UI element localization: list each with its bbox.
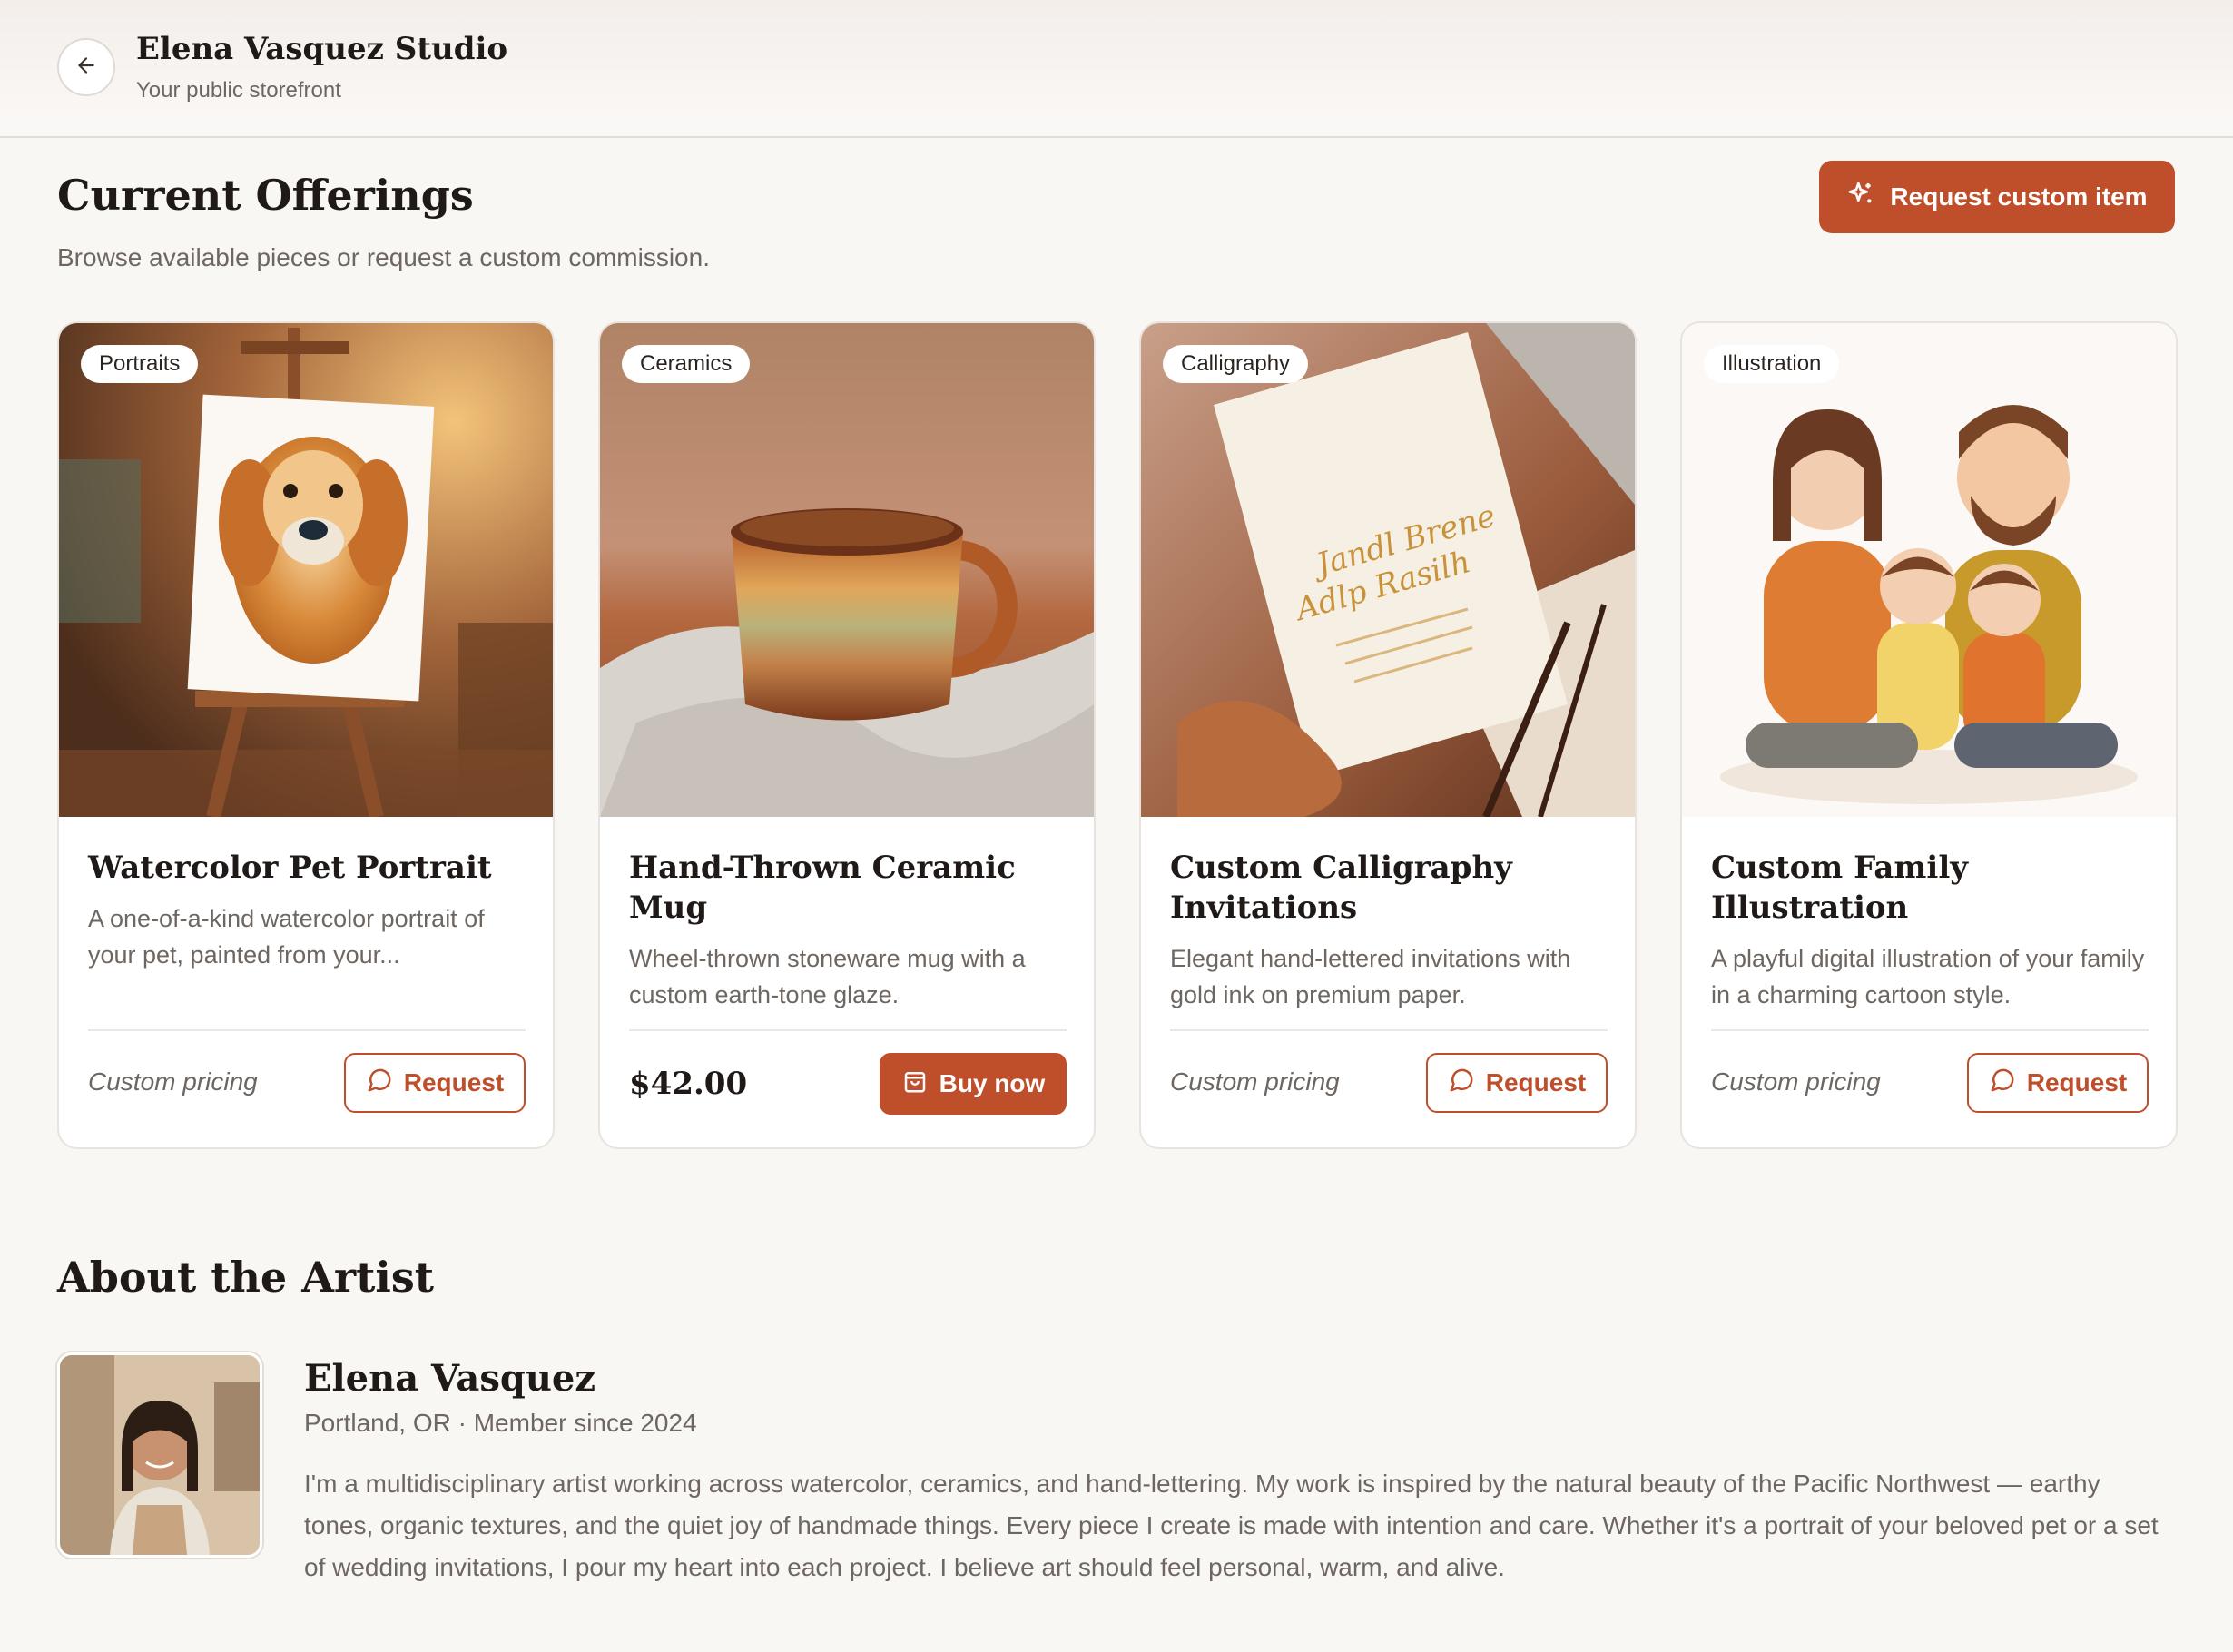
- card-divider: [88, 1029, 526, 1031]
- storefront-header: Elena Vasquez Studio Your public storefr…: [0, 0, 2233, 138]
- offering-description: A one-of-a-kind watercolor portrait of y…: [88, 905, 485, 969]
- avatar: [57, 1352, 262, 1558]
- family-illustration-image: Illustration: [1682, 323, 2176, 817]
- request-custom-item-button[interactable]: Request custom item: [1819, 161, 2175, 233]
- studio-name: Elena Vasquez Studio: [136, 31, 508, 67]
- offering-card[interactable]: Ceramics Hand-Thrown Ceramic Mug Wheel-t…: [598, 321, 1096, 1149]
- offering-price: $42.00: [629, 1066, 748, 1102]
- request-button-label: Request: [2026, 1068, 2128, 1096]
- artist-meta: Portland, OR · Member since 2024: [304, 1409, 697, 1437]
- offering-card[interactable]: Jandl Brene Adlp Rasilh Calligraphy Cust…: [1139, 321, 1637, 1149]
- card-divider: [1711, 1029, 2149, 1031]
- request-custom-item-label: Request custom item: [1890, 182, 2148, 211]
- offering-price: Custom pricing: [1170, 1067, 1340, 1096]
- sparkles-icon: [1846, 180, 1875, 215]
- message-circle-icon: [1448, 1067, 1475, 1100]
- request-button-label: Request: [403, 1068, 505, 1096]
- offering-card[interactable]: Illustration Custom Family Illustration …: [1680, 321, 2178, 1149]
- pet-portrait-image: Portraits: [59, 323, 553, 817]
- message-circle-icon: [366, 1067, 393, 1100]
- request-button-label: Request: [1485, 1068, 1587, 1096]
- offering-description: A playful digital illustration of your f…: [1711, 945, 2145, 1008]
- offering-description: Wheel-thrown stoneware mug with a custom…: [629, 945, 1026, 1008]
- offering-title: Watercolor Pet Portrait: [88, 850, 492, 886]
- buy-now-button[interactable]: Buy now: [880, 1053, 1067, 1115]
- artist-bio: I'm a multidisciplinary artist working a…: [304, 1470, 2159, 1581]
- about-title: About the Artist: [57, 1253, 435, 1302]
- offering-card[interactable]: Portraits Watercolor Pet Portrait A one-…: [57, 321, 555, 1149]
- offering-title: Custom Calligraphy Invitations: [1170, 850, 1512, 926]
- offering-title: Hand-Thrown Ceramic Mug: [629, 850, 1016, 926]
- request-button[interactable]: Request: [1426, 1053, 1608, 1113]
- offerings-title: Current Offerings: [57, 171, 474, 220]
- back-button[interactable]: [57, 38, 115, 96]
- calligraphy-invitation-image: Jandl Brene Adlp Rasilh Calligraphy: [1141, 323, 1635, 817]
- category-tag: Portraits: [81, 345, 199, 383]
- offering-price: Custom pricing: [88, 1067, 258, 1096]
- offering-title: Custom Family Illustration: [1711, 850, 1968, 926]
- offerings-subtitle: Browse available pieces or request a cus…: [57, 243, 710, 271]
- request-button[interactable]: Request: [344, 1053, 526, 1113]
- arrow-left-icon: [74, 54, 98, 82]
- category-tag: Ceramics: [622, 345, 751, 383]
- artist-name: Elena Vasquez: [304, 1357, 596, 1400]
- offering-price: Custom pricing: [1711, 1067, 1881, 1096]
- card-divider: [629, 1029, 1067, 1031]
- storefront-subtitle: Your public storefront: [136, 78, 341, 103]
- message-circle-icon: [1989, 1067, 2016, 1100]
- request-button[interactable]: Request: [1967, 1053, 2149, 1113]
- shopping-bag-icon: [901, 1067, 929, 1101]
- category-tag: Calligraphy: [1163, 345, 1309, 383]
- category-tag: Illustration: [1704, 345, 1840, 383]
- card-divider: [1170, 1029, 1608, 1031]
- buy-now-label: Buy now: [939, 1069, 1046, 1097]
- offering-description: Elegant hand-lettered invitations with g…: [1170, 945, 1571, 1008]
- ceramic-mug-image: Ceramics: [600, 323, 1094, 817]
